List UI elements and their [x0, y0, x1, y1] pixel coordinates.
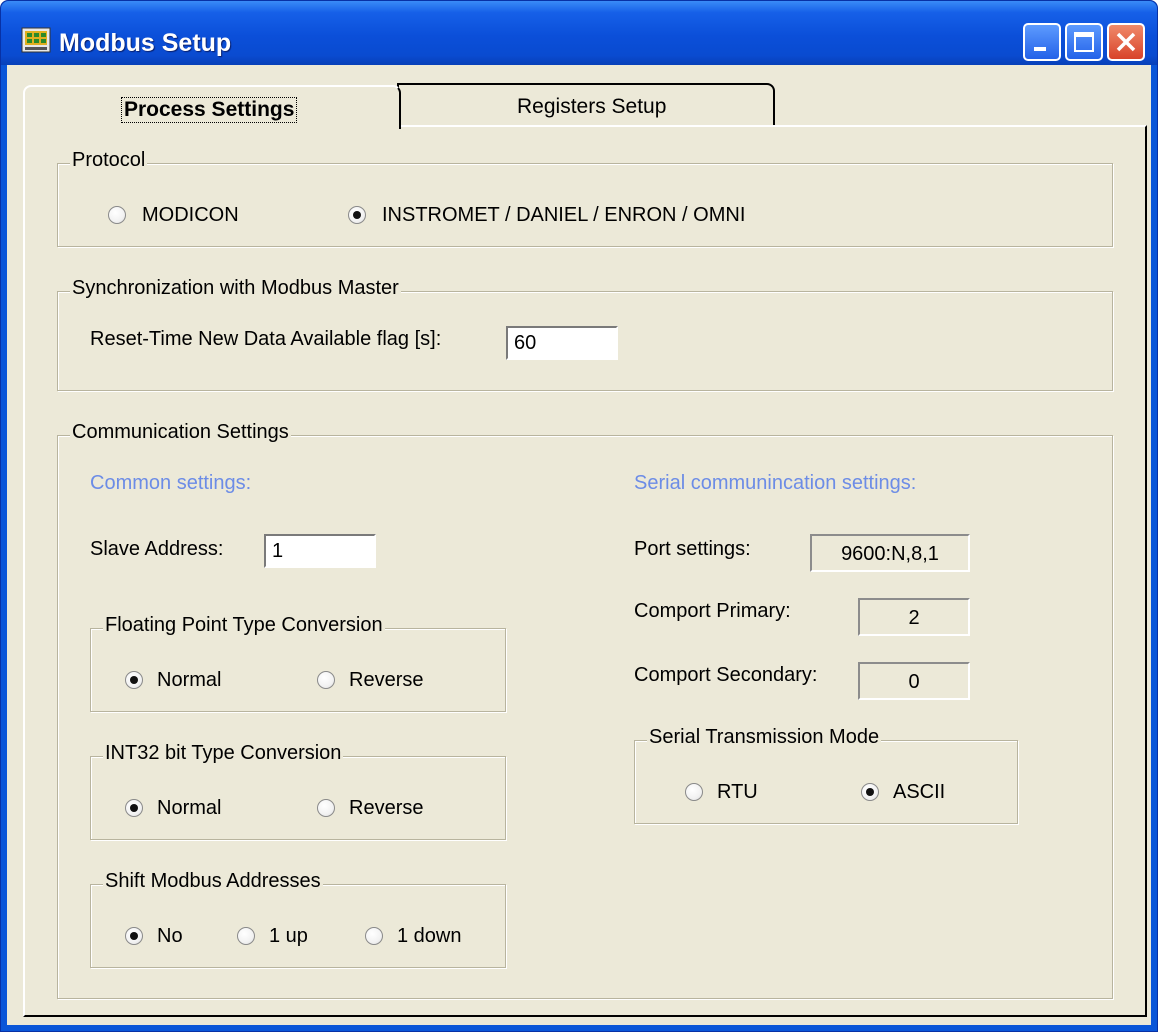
radio-int32-reverse[interactable]: [317, 799, 335, 817]
radio-label[interactable]: ASCII: [893, 781, 945, 804]
tab-label: Process Settings: [121, 97, 298, 123]
radio-label[interactable]: Normal: [157, 797, 221, 820]
slave-address-input[interactable]: [264, 534, 376, 568]
group-legend: Communication Settings: [70, 421, 291, 444]
radio-label[interactable]: Reverse: [349, 669, 423, 692]
group-legend: INT32 bit Type Conversion: [103, 742, 344, 765]
radio-shift-1up[interactable]: [237, 927, 255, 945]
group-legend: Synchronization with Modbus Master: [70, 277, 401, 300]
reset-time-label: Reset-Time New Data Available flag [s]:: [90, 328, 442, 350]
int32-conversion-group: INT32 bit Type Conversion Normal Reverse: [90, 742, 506, 840]
group-legend: Protocol: [70, 149, 148, 172]
common-settings-heading: Common settings:: [90, 472, 252, 494]
minimize-icon: [1034, 47, 1046, 51]
maximize-icon: [1074, 32, 1094, 52]
close-button[interactable]: [1107, 23, 1145, 61]
float-conversion-group: Floating Point Type Conversion Normal Re…: [90, 614, 506, 712]
radio-shift-1down[interactable]: [365, 927, 383, 945]
comport-secondary-label: Comport Secondary:: [634, 664, 818, 686]
radio-ascii[interactable]: [861, 783, 879, 801]
tab-label: Registers Setup: [517, 95, 667, 118]
comport-secondary-value: 0: [858, 662, 970, 700]
reset-time-input[interactable]: [506, 326, 618, 360]
slave-address-label: Slave Address:: [90, 538, 224, 560]
maximize-button[interactable]: [1065, 23, 1103, 61]
window-title: Modbus Setup: [59, 29, 232, 57]
radio-label[interactable]: 1 up: [269, 925, 308, 948]
sync-group: Synchronization with Modbus Master Reset…: [57, 277, 1113, 391]
group-legend: Serial Transmission Mode: [647, 726, 882, 749]
tab-process-settings[interactable]: Process Settings: [23, 85, 401, 129]
dialog-client-area: Process Settings Registers Setup Protoco…: [7, 65, 1151, 1025]
radio-label[interactable]: RTU: [717, 781, 758, 804]
app-icon: [21, 27, 51, 53]
radio-label[interactable]: No: [157, 925, 183, 948]
radio-float-reverse[interactable]: [317, 671, 335, 689]
radio-shift-no[interactable]: [125, 927, 143, 945]
tab-registers-setup[interactable]: Registers Setup: [397, 83, 775, 125]
comport-primary-label: Comport Primary:: [634, 600, 791, 622]
comport-primary-value: 2: [858, 598, 970, 636]
modbus-setup-window: Modbus Setup Process Settings Registers …: [0, 0, 1158, 1032]
group-legend: Shift Modbus Addresses: [103, 870, 323, 893]
radio-label[interactable]: Reverse: [349, 797, 423, 820]
title-bar[interactable]: Modbus Setup: [1, 1, 1157, 65]
minimize-button[interactable]: [1023, 23, 1061, 61]
group-legend: Floating Point Type Conversion: [103, 614, 385, 637]
close-icon: [1116, 32, 1136, 52]
protocol-group: Protocol MODICON INSTROMET / DANIEL / EN…: [57, 149, 1113, 247]
communication-group: Communication Settings Common settings: …: [57, 421, 1113, 999]
radio-label[interactable]: INSTROMET / DANIEL / ENRON / OMNI: [382, 204, 745, 227]
radio-label[interactable]: 1 down: [397, 925, 462, 948]
radio-rtu[interactable]: [685, 783, 703, 801]
shift-addresses-group: Shift Modbus Addresses No 1 up 1 down: [90, 870, 506, 968]
radio-label[interactable]: Normal: [157, 669, 221, 692]
radio-float-normal[interactable]: [125, 671, 143, 689]
tab-panel: Protocol MODICON INSTROMET / DANIEL / EN…: [23, 125, 1147, 1017]
radio-modicon[interactable]: [108, 206, 126, 224]
serial-settings-heading: Serial communincation settings:: [634, 472, 917, 494]
port-settings-label: Port settings:: [634, 538, 751, 560]
radio-label[interactable]: MODICON: [142, 204, 239, 227]
radio-int32-normal[interactable]: [125, 799, 143, 817]
radio-instromet[interactable]: [348, 206, 366, 224]
port-settings-value: 9600:N,8,1: [810, 534, 970, 572]
transmission-mode-group: Serial Transmission Mode RTU ASCII: [634, 726, 1018, 824]
